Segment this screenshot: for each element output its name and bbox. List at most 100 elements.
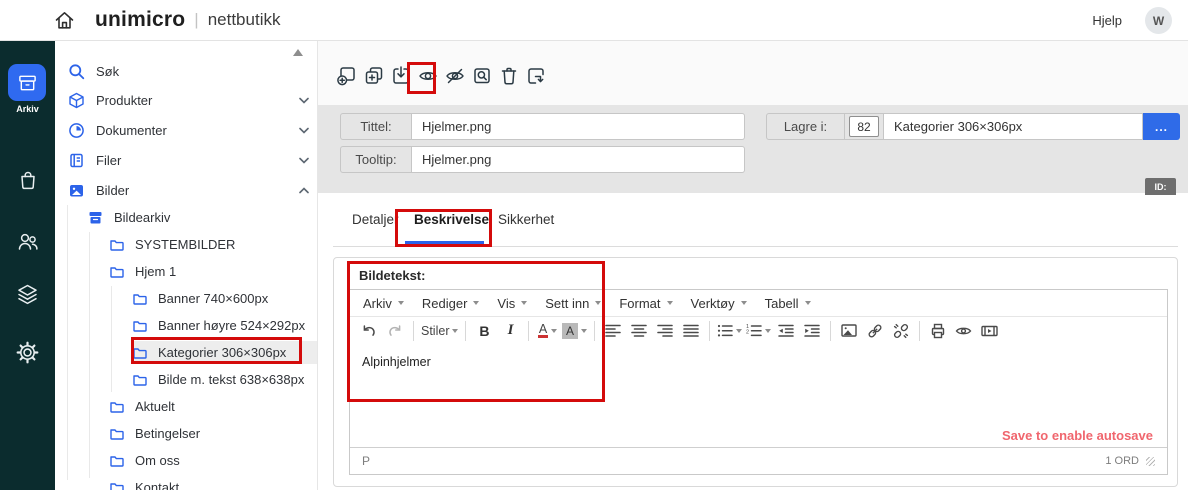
- help-link[interactable]: Hjelp: [1092, 13, 1122, 28]
- show-visibility-button[interactable]: [417, 63, 439, 89]
- numbered-list-icon: 12: [746, 323, 762, 338]
- product-name: nettbutikk: [208, 10, 281, 30]
- add-image-button[interactable]: [336, 63, 358, 89]
- browse-folder-button[interactable]: ...: [1143, 113, 1180, 140]
- menu-sett-inn[interactable]: Sett inn: [536, 290, 610, 316]
- folder-icon: [110, 428, 124, 440]
- duplicate-button[interactable]: [363, 63, 385, 89]
- element-path[interactable]: P: [362, 454, 370, 468]
- tree-item-label: Hjem 1: [135, 264, 176, 279]
- tree-item-aktuelt[interactable]: Aktuelt: [55, 393, 318, 420]
- styles-dropdown[interactable]: Stiler: [419, 319, 460, 343]
- tree-item-banner-hoyre[interactable]: Banner høyre 524×292px: [55, 312, 318, 339]
- chevron-down-icon[interactable]: [299, 127, 309, 134]
- rail-item-modules[interactable]: [0, 283, 55, 306]
- align-left-icon: [605, 323, 621, 338]
- tab-sikkerhet[interactable]: Sikkerhet: [498, 212, 554, 227]
- tree-item-bilde-m-tekst[interactable]: Bilde m. tekst 638×638px: [55, 366, 318, 393]
- link-icon: [867, 323, 883, 339]
- tree-item-betingelser[interactable]: Betingelser: [55, 420, 318, 447]
- nav-item-bilder[interactable]: Bilder: [55, 177, 318, 204]
- outdent-button[interactable]: [773, 319, 799, 343]
- layers-icon: [16, 283, 39, 306]
- rail-item-label: Arkiv: [0, 104, 55, 114]
- rail-item-shop[interactable]: [0, 169, 55, 191]
- word-count[interactable]: 1 ORD: [1105, 455, 1139, 467]
- chevron-down-icon: [473, 301, 479, 305]
- tab-detaljer[interactable]: Detaljer: [352, 212, 399, 227]
- chevron-down-icon: [667, 301, 673, 305]
- chevron-down-icon[interactable]: [299, 157, 309, 164]
- align-left-button[interactable]: [600, 319, 626, 343]
- justify-button[interactable]: [678, 319, 704, 343]
- bullet-list-button[interactable]: [715, 319, 744, 343]
- scroll-up-icon[interactable]: [293, 49, 303, 56]
- tree-item-label: Kategorier 306×306px: [158, 345, 286, 360]
- indent-button[interactable]: [799, 319, 825, 343]
- numbered-list-button[interactable]: 12: [744, 319, 773, 343]
- tree-item-bildearkiv[interactable]: Bildearkiv: [55, 204, 318, 231]
- globe-icon: [68, 122, 85, 139]
- menu-vis[interactable]: Vis: [488, 290, 536, 316]
- tree-item-om-oss[interactable]: Om oss: [55, 447, 318, 474]
- brand-divider: |: [194, 10, 198, 30]
- italic-button[interactable]: I: [497, 319, 523, 343]
- rail-item-settings[interactable]: [0, 341, 55, 364]
- tree-item-label: Aktuelt: [135, 399, 175, 414]
- rail-item-customers[interactable]: [0, 230, 55, 253]
- hide-visibility-button[interactable]: [444, 63, 466, 89]
- preview-button[interactable]: [951, 319, 977, 343]
- tree-item-kategorier[interactable]: Kategorier 306×306px: [55, 339, 318, 366]
- archive-icon: [17, 73, 38, 93]
- rail-item-arkiv[interactable]: [8, 64, 46, 101]
- brand-logo[interactable]: unimicro | nettbutikk: [95, 0, 280, 40]
- outdent-icon: [778, 323, 794, 338]
- insert-image-button[interactable]: [836, 319, 862, 343]
- text-color-button[interactable]: A: [534, 319, 560, 343]
- menu-tabell[interactable]: Tabell: [756, 290, 820, 316]
- undo-button[interactable]: [356, 319, 382, 343]
- tree-item-kontakt[interactable]: Kontakt: [55, 474, 318, 490]
- chevron-down-icon: [741, 301, 747, 305]
- align-right-button[interactable]: [652, 319, 678, 343]
- avatar[interactable]: W: [1145, 7, 1172, 34]
- link-button[interactable]: [862, 319, 888, 343]
- nav-item-produkter[interactable]: Produkter: [55, 87, 318, 114]
- eye-icon: [417, 65, 439, 87]
- menu-arkiv[interactable]: Arkiv: [354, 290, 413, 316]
- print-button[interactable]: [925, 319, 951, 343]
- redo-button[interactable]: [382, 319, 408, 343]
- bold-label: B: [479, 323, 489, 339]
- autosave-notice: Save to enable autosave: [1002, 428, 1153, 443]
- background-color-button[interactable]: A: [560, 319, 588, 343]
- download-button[interactable]: [390, 63, 412, 89]
- tree-item-banner-740[interactable]: Banner 740×600px: [55, 285, 318, 312]
- bold-button[interactable]: B: [471, 319, 497, 343]
- tree-item-hjem-1[interactable]: Hjem 1: [55, 258, 318, 285]
- delete-button[interactable]: [498, 63, 520, 89]
- media-button[interactable]: [977, 319, 1003, 343]
- resize-grip[interactable]: [1146, 457, 1155, 466]
- title-input[interactable]: [412, 113, 745, 140]
- menu-format[interactable]: Format: [610, 290, 681, 316]
- tree-item-label: Om oss: [135, 453, 180, 468]
- tooltip-input[interactable]: [412, 146, 745, 173]
- unlink-button[interactable]: [888, 319, 914, 343]
- search-icon: [68, 63, 85, 80]
- chevron-up-icon[interactable]: [299, 187, 309, 194]
- chevron-down-icon[interactable]: [299, 97, 309, 104]
- nav-item-dokumenter[interactable]: Dokumenter: [55, 117, 318, 144]
- menu-rediger[interactable]: Rediger: [413, 290, 489, 316]
- preview-search-button[interactable]: [471, 63, 493, 89]
- nav-item-filer[interactable]: Filer: [55, 147, 318, 174]
- save-in-input[interactable]: [884, 113, 1143, 140]
- tree-item-systembilder[interactable]: SYSTEMBILDER: [55, 231, 318, 258]
- media-icon: [981, 323, 998, 339]
- menu-verktoy[interactable]: Verktøy: [682, 290, 756, 316]
- align-center-button[interactable]: [626, 319, 652, 343]
- nav-item-sok[interactable]: Søk: [55, 58, 318, 85]
- duplicate-icon: [363, 65, 385, 87]
- export-button[interactable]: [525, 63, 547, 89]
- tab-beskrivelse[interactable]: Beskrivelse: [414, 212, 489, 227]
- home-button[interactable]: [53, 9, 76, 32]
